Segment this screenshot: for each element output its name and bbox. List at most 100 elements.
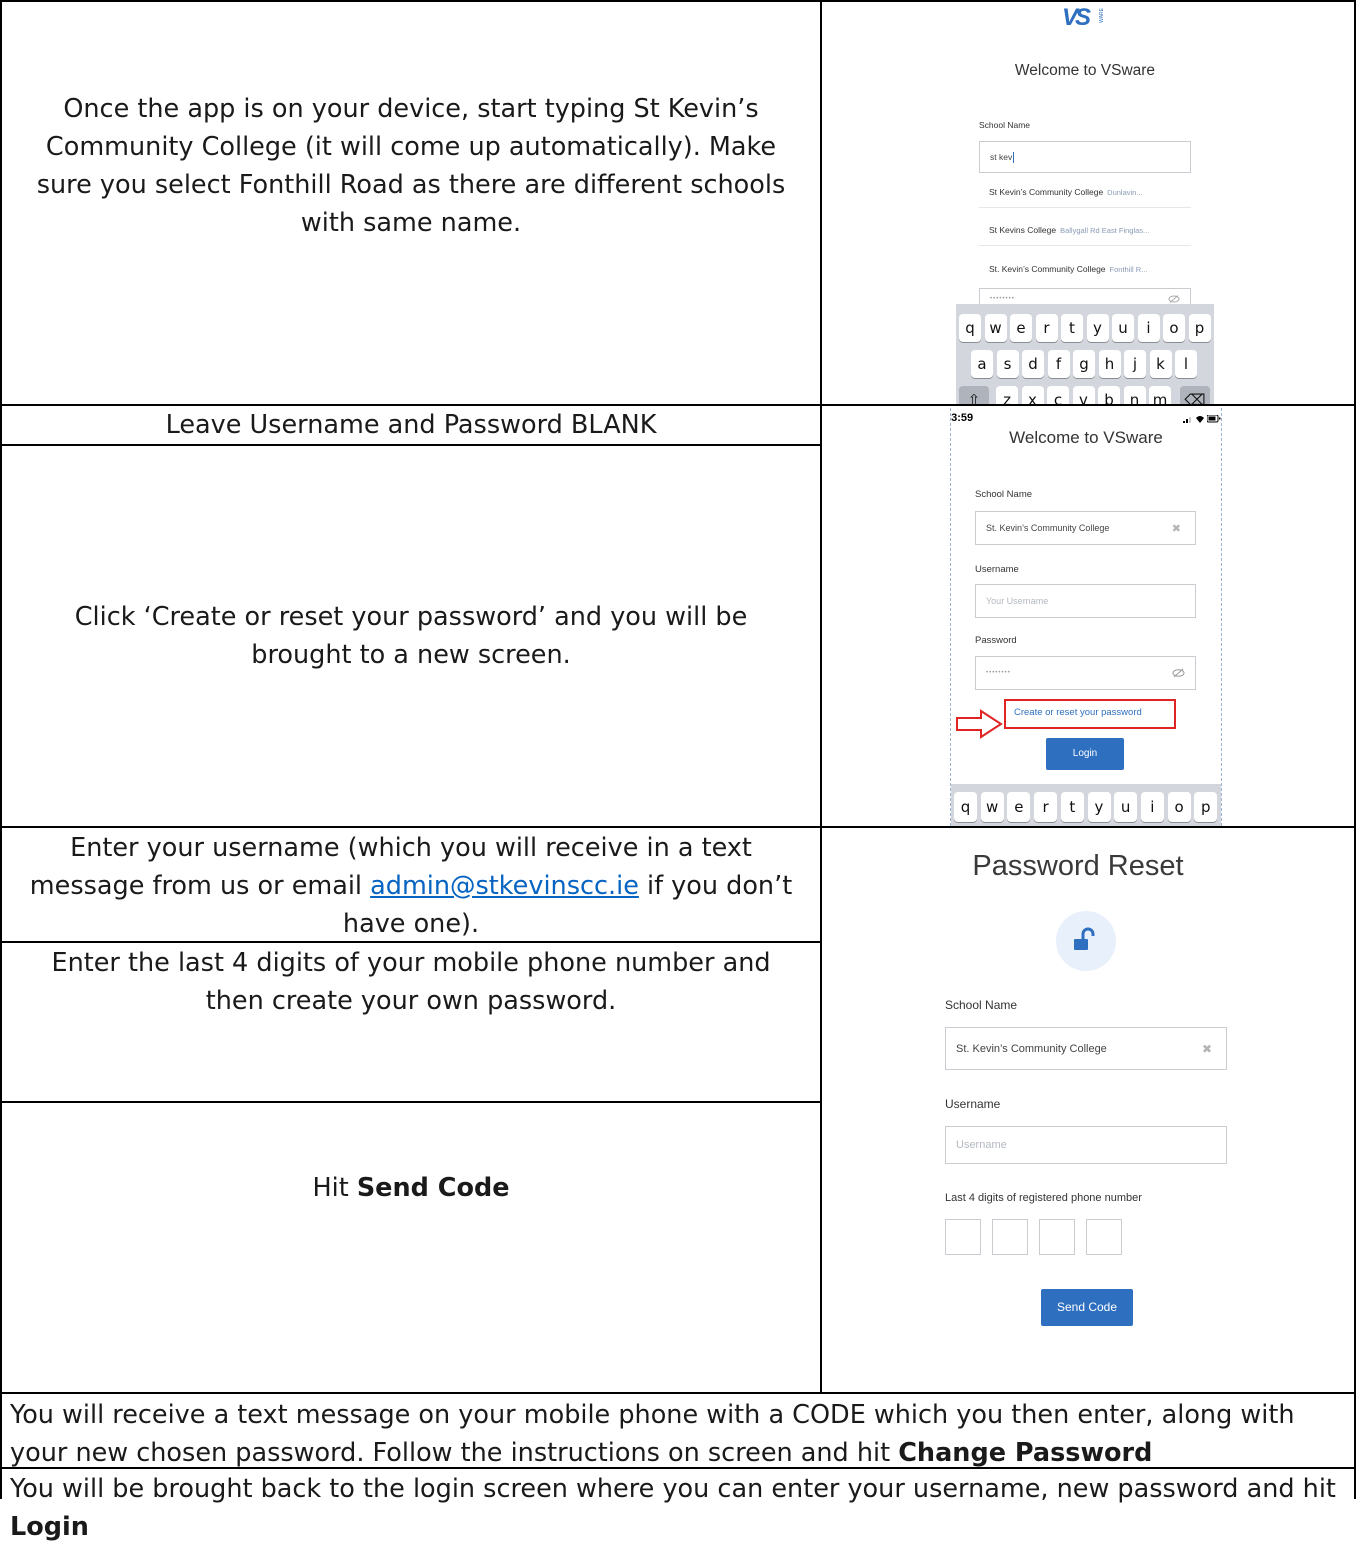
- key-u[interactable]: u: [1112, 314, 1134, 342]
- key-y[interactable]: y: [1086, 314, 1109, 342]
- key-i[interactable]: i: [1140, 792, 1164, 822]
- key-p[interactable]: p: [1194, 792, 1218, 822]
- clear-icon[interactable]: ✖: [1202, 1042, 1212, 1056]
- digit-input-4[interactable]: [1086, 1219, 1122, 1255]
- password-dots: ••••••••: [986, 670, 1011, 676]
- password-input[interactable]: ••••••••: [975, 656, 1196, 690]
- ios-keyboard: qwertyuiop: [951, 784, 1221, 826]
- suggestion-name: St Kevins College: [989, 225, 1057, 235]
- step-text-receive-code: You will receive a text message on your …: [10, 1396, 1346, 1472]
- username-placeholder: Username: [956, 1139, 1007, 1151]
- password-reset-title: Password Reset: [972, 850, 1184, 882]
- key-a[interactable]: a: [971, 350, 993, 378]
- key-i[interactable]: i: [1137, 314, 1160, 342]
- send-code-button[interactable]: Send Code: [1041, 1289, 1133, 1326]
- key-m[interactable]: m: [1149, 386, 1171, 404]
- step-text-create-reset: Click ‘Create or reset your password’ an…: [74, 602, 748, 670]
- table-border-top: [0, 0, 1356, 2]
- key-x[interactable]: x: [1021, 386, 1044, 404]
- key-s[interactable]: s: [996, 350, 1019, 378]
- key-g[interactable]: g: [1073, 350, 1095, 378]
- suggestion-item[interactable]: St. Kevin’s Community College Fonthill R.…: [979, 264, 1191, 284]
- key-q[interactable]: q: [959, 314, 981, 342]
- row-divider: [0, 826, 1356, 828]
- login-bold: Login: [10, 1512, 89, 1542]
- suggestion-location: Ballygall Rd East Finglas...: [1060, 226, 1150, 235]
- suggestion-item[interactable]: St Kevin’s Community College Dunlavin...: [979, 187, 1191, 208]
- username-input[interactable]: Username: [945, 1126, 1227, 1164]
- username-input[interactable]: Your Username: [975, 584, 1196, 618]
- step-text-enter-username: Enter your username (which you will rece…: [20, 829, 802, 943]
- delete-key[interactable]: ⌫: [1180, 386, 1210, 404]
- key-p[interactable]: p: [1188, 314, 1211, 342]
- key-t[interactable]: t: [1060, 792, 1084, 822]
- phone-digits-label: Last 4 digits of registered phone number: [945, 1192, 1142, 1204]
- key-b[interactable]: b: [1098, 386, 1120, 404]
- row-divider: [0, 1392, 1356, 1394]
- signal-icon: [1183, 417, 1191, 423]
- welcome-title: Welcome to VSware: [1009, 428, 1163, 447]
- key-z[interactable]: z: [996, 386, 1018, 404]
- shift-key[interactable]: ⇧: [959, 386, 989, 404]
- key-l[interactable]: l: [1175, 350, 1197, 378]
- step-text-last-digits: Enter the last 4 digits of your mobile p…: [51, 948, 771, 1016]
- school-name-input[interactable]: St. Kevin’s Community College ✖: [945, 1027, 1227, 1070]
- key-t[interactable]: t: [1061, 314, 1083, 342]
- admin-email-link[interactable]: admin@stkevinscc.ie: [370, 871, 639, 901]
- arrow-right-icon: [956, 709, 1003, 739]
- username-label: Username: [975, 564, 1019, 575]
- key-e[interactable]: e: [1010, 314, 1032, 342]
- screenshot-school-search: VS WARE Welcome to VSware School Name st…: [956, 4, 1214, 404]
- key-n[interactable]: n: [1123, 386, 1146, 404]
- lock-badge: [1056, 911, 1116, 971]
- create-reset-password-link[interactable]: Create or reset your password: [1014, 707, 1142, 718]
- school-name-input[interactable]: st kev: [979, 141, 1191, 173]
- school-name-typed: st kev: [990, 152, 1013, 162]
- logo-text: VS: [1062, 4, 1091, 31]
- suggestion-location: Dunlavin...: [1107, 188, 1143, 197]
- school-name-input[interactable]: St. Kevin’s Community College ✖: [975, 511, 1196, 545]
- key-d[interactable]: d: [1022, 350, 1044, 378]
- key-w[interactable]: w: [984, 314, 1007, 342]
- key-u[interactable]: u: [1114, 792, 1138, 822]
- suggestion-item[interactable]: St Kevins College Ballygall Rd East Fingl…: [979, 225, 1191, 246]
- username-label: Username: [945, 1097, 1001, 1111]
- status-time: 13:59: [951, 412, 974, 424]
- key-w[interactable]: w: [980, 792, 1004, 822]
- key-q[interactable]: q: [954, 792, 977, 822]
- key-f[interactable]: f: [1047, 350, 1070, 378]
- school-name-label: School Name: [979, 120, 1031, 130]
- eye-hidden-icon[interactable]: [1168, 294, 1180, 303]
- suggestion-location: Fonthill R...: [1109, 265, 1148, 274]
- school-name-label: School Name: [975, 489, 1033, 500]
- clear-icon[interactable]: ✖: [1172, 522, 1181, 535]
- key-c[interactable]: c: [1047, 386, 1069, 404]
- screenshot-login-screen: 13:59 Welcome to VSware School Name St. …: [950, 408, 1222, 826]
- step-text-select-school: Once the app is on your device, start ty…: [36, 94, 786, 238]
- battery-icon: [1207, 415, 1221, 423]
- back-to-login-text: You will be brought back to the login sc…: [10, 1474, 1336, 1504]
- key-e[interactable]: e: [1007, 792, 1031, 822]
- eye-hidden-icon[interactable]: [1172, 668, 1185, 678]
- digit-input-3[interactable]: [1039, 1219, 1075, 1255]
- send-code-bold: Send Code: [356, 1173, 510, 1203]
- step-text-send-code: Hit Send Code: [20, 1169, 802, 1207]
- key-o[interactable]: o: [1163, 314, 1185, 342]
- key-y[interactable]: y: [1087, 792, 1111, 822]
- step-text-back-to-login: You will be brought back to the login sc…: [10, 1470, 1346, 1546]
- table-border-left: [0, 0, 2, 1499]
- wifi-icon: [1196, 416, 1204, 423]
- digit-input-2[interactable]: [992, 1219, 1028, 1255]
- ios-keyboard: qwertyuiop asdfghjkl z x c v b n m ⇧ ⌫: [956, 304, 1214, 404]
- status-icons: [1183, 414, 1221, 424]
- key-o[interactable]: o: [1167, 792, 1191, 822]
- digit-input-1[interactable]: [945, 1219, 981, 1255]
- key-v[interactable]: v: [1072, 386, 1095, 404]
- key-h[interactable]: h: [1098, 350, 1121, 378]
- vsware-logo: VS WARE: [1062, 6, 1112, 32]
- key-r[interactable]: r: [1035, 314, 1058, 342]
- login-button[interactable]: Login: [1046, 738, 1124, 770]
- key-j[interactable]: j: [1124, 350, 1146, 378]
- key-k[interactable]: k: [1149, 350, 1172, 378]
- key-r[interactable]: r: [1034, 792, 1058, 822]
